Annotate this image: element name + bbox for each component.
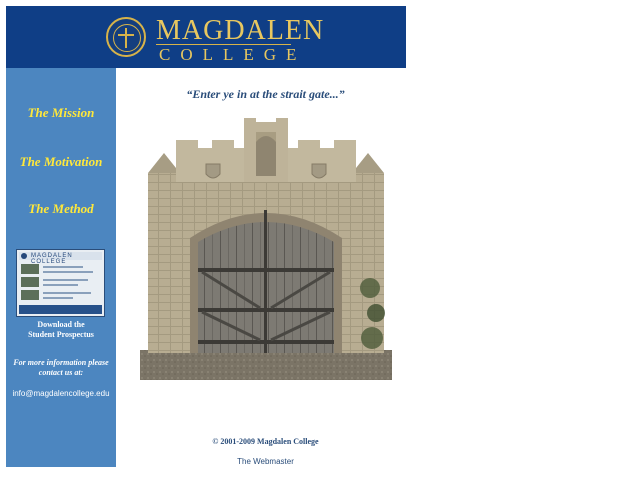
prospectus-link-line1[interactable]: Download the xyxy=(6,320,116,330)
college-seal-icon xyxy=(106,17,146,57)
copyright-text: © 2001-2009 Magdalen College xyxy=(212,437,319,446)
page-quote: “Enter ye in at the strait gate...” xyxy=(186,87,345,101)
brand-name: MAGDALEN xyxy=(156,15,325,46)
thumb-title: MAGDALEN COLLEGE xyxy=(31,253,73,265)
email-link[interactable]: info@magdalencollege.edu xyxy=(6,389,116,398)
nav-link-motivation[interactable]: The Motivation xyxy=(6,154,116,170)
nav-link-mission[interactable]: The Mission xyxy=(6,105,116,121)
contact-text-line1: For more information please xyxy=(13,358,109,367)
webmaster-link[interactable]: The Webmaster xyxy=(118,457,413,466)
thumb-seal-icon xyxy=(21,253,27,259)
nav-link-method[interactable]: The Method xyxy=(6,201,116,217)
site-header: MAGDALEN COLLEGE xyxy=(6,6,406,68)
prospectus-link-line2[interactable]: Student Prospectus xyxy=(6,330,116,340)
contact-text-line2: contact us at: xyxy=(38,368,84,377)
sidebar: The Mission The Motivation The Method MA… xyxy=(6,68,116,467)
prospectus-thumbnail[interactable]: MAGDALEN COLLEGE xyxy=(16,249,105,317)
stone-gate-image xyxy=(140,118,392,380)
brand-subtitle: COLLEGE xyxy=(159,45,307,64)
